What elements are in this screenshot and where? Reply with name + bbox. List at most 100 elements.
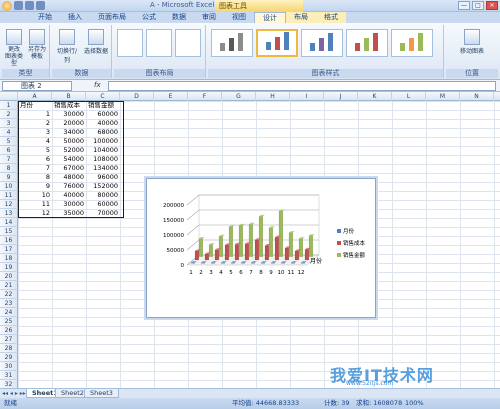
row-header[interactable]: 29 — [0, 353, 18, 362]
tab-3[interactable]: 公式 — [134, 12, 164, 23]
row-header[interactable]: 28 — [0, 344, 18, 353]
table-cell[interactable]: 2 — [18, 119, 52, 128]
table-cell[interactable]: 52000 — [52, 146, 86, 155]
table-cell[interactable]: 68000 — [86, 128, 120, 137]
fx-icon[interactable]: fx — [94, 81, 101, 89]
row-header[interactable]: 9 — [0, 173, 18, 182]
row-header[interactable]: 12 — [0, 200, 18, 209]
layout-option[interactable] — [175, 29, 201, 57]
tab-9[interactable]: 格式 — [316, 12, 346, 23]
column-header-H[interactable]: H — [256, 92, 290, 101]
table-cell[interactable]: 35000 — [52, 209, 86, 218]
table-cell[interactable]: 40000 — [86, 119, 120, 128]
table-cell[interactable]: 50000 — [52, 137, 86, 146]
tab-8[interactable]: 布局 — [286, 12, 316, 23]
row-header[interactable]: 13 — [0, 209, 18, 218]
row-header[interactable]: 7 — [0, 155, 18, 164]
table-cell[interactable]: 5 — [18, 146, 52, 155]
save-icon[interactable] — [14, 1, 23, 10]
column-header-M[interactable]: M — [426, 92, 460, 101]
column-header-I[interactable]: I — [290, 92, 324, 101]
row-header[interactable]: 22 — [0, 290, 18, 299]
column-header-K[interactable]: K — [358, 92, 392, 101]
redo-icon[interactable] — [36, 1, 45, 10]
tab-4[interactable]: 数据 — [164, 12, 194, 23]
style-option[interactable] — [301, 29, 343, 57]
row-header[interactable]: 31 — [0, 371, 18, 380]
table-cell[interactable]: 96000 — [86, 173, 120, 182]
table-cell[interactable]: 40000 — [52, 191, 86, 200]
office-button-icon[interactable] — [2, 1, 12, 11]
table-cell[interactable]: 34000 — [52, 128, 86, 137]
table-cell[interactable]: 3 — [18, 128, 52, 137]
tab-7[interactable]: 设计 — [254, 12, 286, 23]
row-header[interactable]: 16 — [0, 236, 18, 245]
row-header[interactable]: 24 — [0, 308, 18, 317]
table-cell[interactable]: 30000 — [52, 110, 86, 119]
header-cell[interactable]: 销售成本 — [54, 101, 86, 110]
tab-1[interactable]: 插入 — [60, 12, 90, 23]
minimize-button[interactable]: — — [458, 1, 470, 10]
table-cell[interactable]: 6 — [18, 155, 52, 164]
column-header-L[interactable]: L — [392, 92, 426, 101]
sheet-nav-icon[interactable]: ◂◂ ◂ ▸ ▸▸ — [2, 390, 26, 397]
style-option[interactable] — [211, 29, 253, 57]
style-option[interactable] — [346, 29, 388, 57]
header-cell[interactable]: 月份 — [20, 101, 52, 110]
table-cell[interactable]: 134000 — [86, 164, 120, 173]
column-header-B[interactable]: B — [52, 92, 86, 101]
column-header-C[interactable]: C — [86, 92, 120, 101]
row-header[interactable]: 15 — [0, 227, 18, 236]
switch-row-column-button[interactable]: 切换行/列 — [54, 29, 80, 64]
column-header-E[interactable]: E — [154, 92, 188, 101]
layout-option[interactable] — [117, 29, 143, 57]
close-button[interactable]: ✕ — [486, 1, 498, 10]
row-header[interactable]: 18 — [0, 254, 18, 263]
move-chart-button[interactable]: 移动图表 — [448, 29, 496, 55]
sheet-tab-sheet3[interactable]: Sheet3 — [84, 389, 119, 398]
row-header[interactable]: 17 — [0, 245, 18, 254]
table-cell[interactable]: 60000 — [86, 110, 120, 119]
row-header[interactable]: 14 — [0, 218, 18, 227]
embedded-chart[interactable]: 0 50000 100000 150000 200000 1 2 3 4 5 6 7 8 9 10 11 12 月… — [146, 178, 376, 318]
row-header[interactable]: 23 — [0, 299, 18, 308]
save-as-template-button[interactable]: 另存为 模板 — [27, 29, 47, 60]
table-cell[interactable]: 4 — [18, 137, 52, 146]
row-header[interactable]: 4 — [0, 128, 18, 137]
row-header[interactable]: 19 — [0, 263, 18, 272]
select-data-button[interactable]: 选择数据 — [83, 29, 109, 55]
tab-2[interactable]: 页面布局 — [90, 12, 134, 23]
column-header-D[interactable]: D — [120, 92, 154, 101]
row-header[interactable]: 32 — [0, 380, 18, 388]
table-cell[interactable]: 11 — [18, 200, 52, 209]
table-cell[interactable]: 10 — [18, 191, 52, 200]
tab-6[interactable]: 视图 — [224, 12, 254, 23]
table-cell[interactable]: 60000 — [86, 200, 120, 209]
row-header[interactable]: 8 — [0, 164, 18, 173]
column-header-G[interactable]: G — [222, 92, 256, 101]
column-header-A[interactable]: A — [18, 92, 52, 101]
table-cell[interactable]: 104000 — [86, 146, 120, 155]
table-cell[interactable]: 20000 — [52, 119, 86, 128]
row-header[interactable]: 11 — [0, 191, 18, 200]
zoom-level[interactable]: 100% — [405, 398, 424, 409]
table-cell[interactable]: 67000 — [52, 164, 86, 173]
row-header[interactable]: 21 — [0, 281, 18, 290]
layout-option[interactable] — [146, 29, 172, 57]
table-cell[interactable]: 1 — [18, 110, 52, 119]
row-header[interactable]: 30 — [0, 362, 18, 371]
row-header[interactable]: 3 — [0, 119, 18, 128]
formula-input[interactable] — [108, 81, 496, 91]
table-cell[interactable]: 9 — [18, 182, 52, 191]
row-header[interactable]: 25 — [0, 317, 18, 326]
table-cell[interactable]: 70000 — [86, 209, 120, 218]
style-option[interactable] — [391, 29, 433, 57]
table-cell[interactable]: 8 — [18, 173, 52, 182]
row-header[interactable]: 2 — [0, 110, 18, 119]
row-header[interactable]: 1 — [0, 101, 18, 110]
undo-icon[interactable] — [25, 1, 34, 10]
table-cell[interactable]: 7 — [18, 164, 52, 173]
tab-5[interactable]: 审阅 — [194, 12, 224, 23]
column-header-N[interactable]: N — [460, 92, 494, 101]
change-chart-type-button[interactable]: 更改 图表类型 — [4, 29, 24, 67]
